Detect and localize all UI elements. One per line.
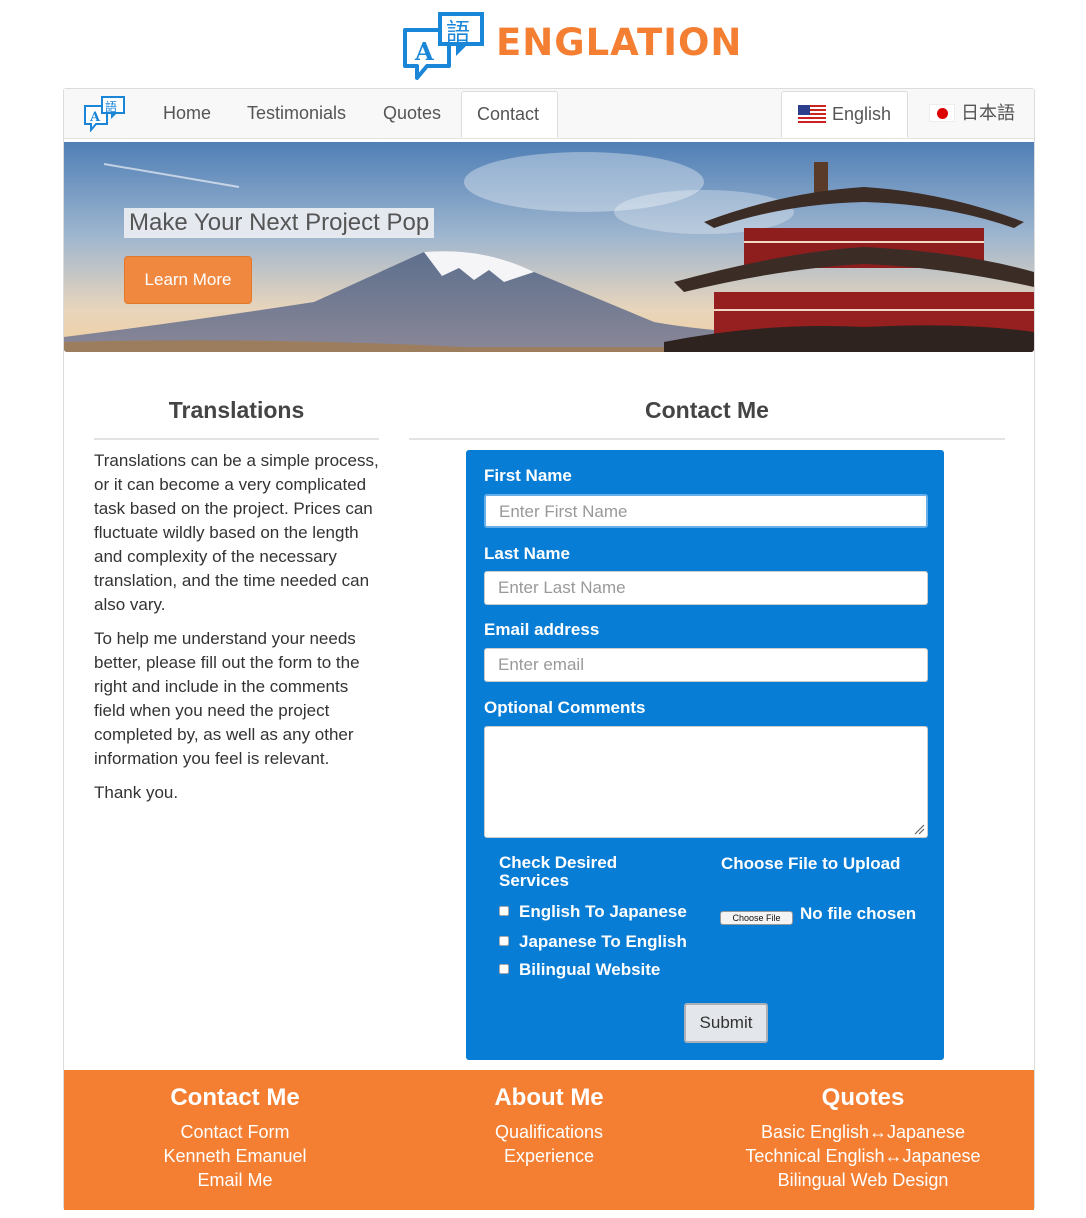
nav-logo-icon[interactable]: A 語 <box>82 94 128 132</box>
footer-link[interactable]: Technical English↔Japanese <box>728 1144 998 1168</box>
translations-paragraph: To help me understand your needs better,… <box>94 629 360 768</box>
lang-english[interactable]: English <box>781 91 908 138</box>
service-option-label: Japanese To English <box>519 932 687 951</box>
footer-link[interactable]: Kenneth Emanuel <box>135 1144 335 1168</box>
email-label: Email address <box>484 620 600 639</box>
footer-about-column: About Me Qualifications Experience <box>449 1084 649 1168</box>
checkbox[interactable] <box>499 964 509 974</box>
footer-contact-column: Contact Me Contact Form Kenneth Emanuel … <box>135 1084 335 1192</box>
service-option[interactable]: Japanese To English <box>499 932 687 952</box>
footer: Contact Me Contact Form Kenneth Emanuel … <box>64 1070 1034 1210</box>
hero-background-image <box>64 142 1034 352</box>
nav-quotes[interactable]: Quotes <box>368 91 456 138</box>
checkbox[interactable] <box>499 936 509 946</box>
translations-heading: Translations <box>168 397 305 423</box>
hero-title: Make Your Next Project Pop <box>124 208 435 238</box>
footer-link[interactable]: Qualifications <box>449 1120 649 1144</box>
svg-text:A: A <box>414 37 434 66</box>
service-option-label: English To Japanese <box>519 902 687 921</box>
service-option-label: Bilingual Website <box>519 960 661 979</box>
submit-button[interactable]: Submit <box>684 1003 768 1043</box>
service-option[interactable]: English To Japanese <box>499 902 687 922</box>
footer-link[interactable]: Email Me <box>135 1168 335 1192</box>
hero-banner: Make Your Next Project Pop Learn More <box>64 142 1034 352</box>
email-input[interactable]: Enter email <box>484 648 928 682</box>
file-upload-label: Choose File to Upload <box>721 854 901 873</box>
contact-form: First Name Enter First Name Last Name En… <box>466 450 944 1060</box>
checkbox[interactable] <box>499 906 509 916</box>
footer-link[interactable]: Contact Form <box>135 1120 335 1144</box>
footer-link[interactable]: Bilingual Web Design <box>728 1168 998 1192</box>
translations-paragraph: Thank you. <box>94 783 179 802</box>
services-label: Check Desired Services <box>499 853 618 890</box>
contact-divider <box>409 438 1005 440</box>
lang-english-label: English <box>832 104 892 124</box>
comments-label: Optional Comments <box>484 698 646 717</box>
comments-textarea[interactable] <box>484 726 928 838</box>
service-option[interactable]: Bilingual Website <box>499 960 660 980</box>
resize-grip-icon[interactable] <box>913 823 925 835</box>
nav-testimonials[interactable]: Testimonials <box>232 91 361 138</box>
footer-contact-heading: Contact Me <box>170 1084 300 1111</box>
translations-text: Translations can be a simple process, or… <box>94 449 382 815</box>
japan-flag-icon <box>929 104 955 122</box>
contact-heading: Contact Me <box>645 397 769 423</box>
svg-text:語: 語 <box>446 18 470 46</box>
footer-link[interactable]: Experience <box>449 1144 649 1168</box>
last-name-input[interactable]: Enter Last Name <box>484 571 928 605</box>
lang-japanese-label: 日本語 <box>961 103 1015 123</box>
translations-divider <box>94 438 379 440</box>
page-container: A 語 Home Testimonials Quotes Contact Eng… <box>63 88 1035 1210</box>
nav-contact[interactable]: Contact <box>461 91 558 138</box>
footer-quotes-column: Quotes Basic English↔Japanese Technical … <box>728 1084 998 1192</box>
choose-file-button[interactable]: Choose File <box>720 911 793 925</box>
navbar: A 語 Home Testimonials Quotes Contact Eng… <box>64 89 1034 139</box>
translations-paragraph: Translations can be a simple process, or… <box>94 451 379 614</box>
learn-more-button[interactable]: Learn More <box>124 256 252 304</box>
svg-text:語: 語 <box>105 99 117 114</box>
footer-about-heading: About Me <box>494 1084 604 1111</box>
translation-logo-icon: A 語 <box>403 12 484 80</box>
brand-header[interactable]: A 語 ENGLATION <box>400 8 742 84</box>
file-status: No file chosen <box>800 904 917 923</box>
us-flag-icon <box>798 105 826 123</box>
brand-name: ENGLATION <box>496 20 743 64</box>
lang-japanese[interactable]: 日本語 <box>914 91 1030 138</box>
footer-link[interactable]: Basic English↔Japanese <box>728 1120 998 1144</box>
svg-text:A: A <box>89 110 101 125</box>
footer-quotes-heading: Quotes <box>821 1084 905 1111</box>
first-name-input[interactable]: Enter First Name <box>484 494 928 528</box>
first-name-label: First Name <box>484 466 572 485</box>
nav-home[interactable]: Home <box>148 91 226 138</box>
last-name-label: Last Name <box>484 544 570 563</box>
